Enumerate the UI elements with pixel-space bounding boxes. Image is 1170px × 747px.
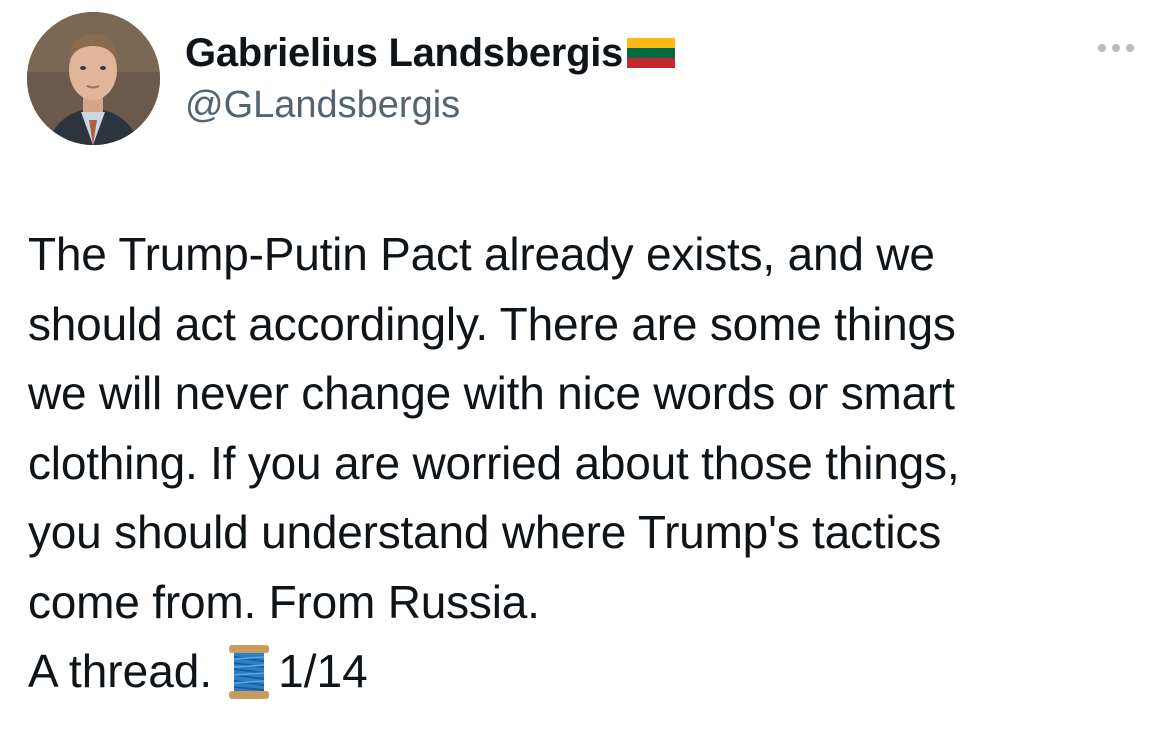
avatar-image	[27, 12, 160, 145]
thread-label: A thread.	[28, 645, 213, 697]
tweet-card: Gabrielius Landsbergis @GLandsbergis The…	[0, 0, 1170, 747]
avatar[interactable]	[27, 12, 160, 145]
lithuania-flag-icon	[626, 38, 675, 68]
thread-counter: 1/14	[278, 645, 368, 697]
more-dot	[1112, 44, 1120, 52]
more-options-icon[interactable]	[1092, 38, 1140, 58]
author-handle[interactable]: @GLandsbergis	[185, 84, 460, 127]
display-name[interactable]: Gabrielius Landsbergis	[185, 31, 623, 76]
tweet-body-text: The Trump-Putin Pact already exists, and…	[28, 228, 960, 628]
spool-of-thread-icon	[229, 644, 270, 699]
author-name-row: Gabrielius Landsbergis	[185, 28, 675, 78]
thread-line: A thread. 1/14	[28, 637, 368, 707]
more-dot	[1098, 44, 1106, 52]
more-dot	[1126, 44, 1134, 52]
